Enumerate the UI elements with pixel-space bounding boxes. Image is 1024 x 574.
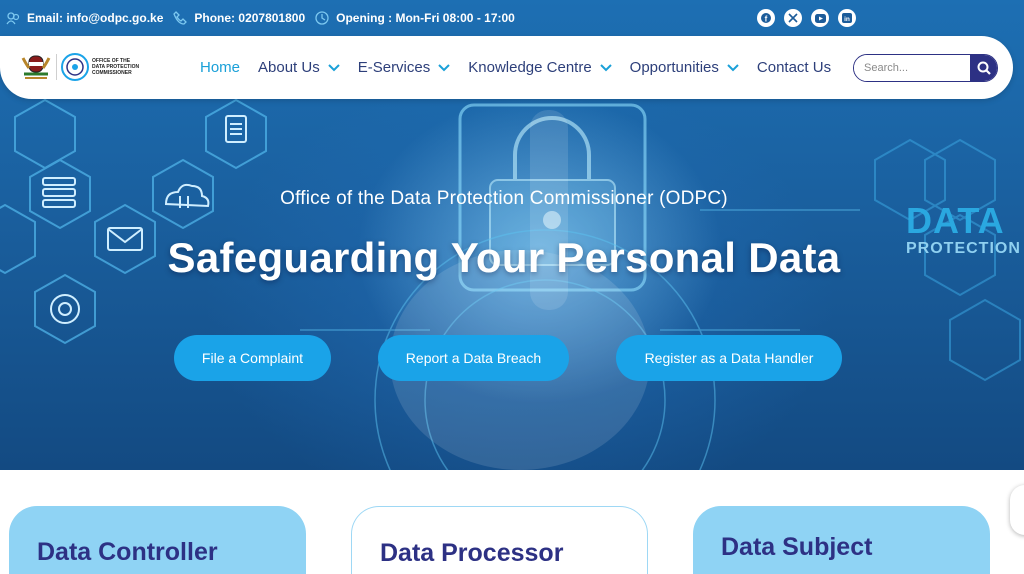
nav-home[interactable]: Home xyxy=(200,59,240,76)
nav-e-services[interactable]: E-Services xyxy=(358,59,451,76)
nav-home-label: Home xyxy=(200,59,241,76)
data-controller-card[interactable]: Data Controller xyxy=(9,506,306,574)
search-icon xyxy=(977,61,991,75)
nav-e-services-label: E-Services xyxy=(357,59,431,76)
chevron-down-icon xyxy=(438,63,450,71)
nav-knowledge-centre[interactable]: Knowledge Centre xyxy=(468,59,612,76)
facebook-icon[interactable]: f xyxy=(757,9,775,27)
hero-subtitle: Office of the Data Protection Commission… xyxy=(280,188,728,209)
data-processor-card[interactable]: Data Processor xyxy=(351,506,648,574)
nav-about-us[interactable]: About Us xyxy=(258,59,340,76)
floating-widget-button[interactable] xyxy=(1010,485,1024,535)
x-icon[interactable] xyxy=(784,9,802,27)
register-data-handler-button[interactable]: Register as a Data Handler xyxy=(616,335,842,381)
logo-text: OFFICE OF THE DATA PROTECTION COMMISSION… xyxy=(92,58,140,76)
nav-contact-us-label: Contact Us xyxy=(756,59,832,76)
opening-hours-info: Opening : Mon-Fri 08:00 - 17:00 xyxy=(315,11,515,25)
phone-icon xyxy=(173,11,188,25)
top-info-bar: Email: info@odpc.go.ke Phone: 0207801800… xyxy=(0,0,1024,36)
odpc-seal-logo xyxy=(61,53,89,81)
svg-text:in: in xyxy=(844,16,850,23)
nav-knowledge-centre-label: Knowledge Centre xyxy=(468,59,592,76)
search-input[interactable] xyxy=(854,55,970,81)
chevron-down-icon xyxy=(328,63,340,71)
linkedin-icon[interactable]: in xyxy=(838,9,856,27)
report-data-breach-button[interactable]: Report a Data Breach xyxy=(378,335,569,381)
hero-headline: Safeguarding Your Personal Data xyxy=(167,234,841,281)
phone-text: Phone: 0207801800 xyxy=(194,11,306,25)
main-menu: Home About Us E-Services Knowledge Centr… xyxy=(200,36,849,99)
logo-divider xyxy=(56,54,57,80)
nav-opportunities-label: Opportunities xyxy=(629,59,719,76)
opening-hours-text: Opening : Mon-Fri 08:00 - 17:00 xyxy=(336,11,515,25)
nav-opportunities[interactable]: Opportunities xyxy=(630,59,739,76)
data-processor-title: Data Processor xyxy=(380,539,564,567)
main-navigation-bar: OFFICE OF THE DATA PROTECTION COMMISSION… xyxy=(0,36,1013,99)
clock-icon xyxy=(315,11,329,25)
nav-about-us-label: About Us xyxy=(258,59,320,76)
data-subject-card[interactable]: Data Subject xyxy=(693,506,990,574)
email-text: Email: info@odpc.go.ke xyxy=(27,11,164,25)
data-controller-title: Data Controller xyxy=(37,538,218,566)
chevron-down-icon xyxy=(727,63,739,71)
kenya-coat-of-arms-logo xyxy=(21,55,51,79)
phone-info[interactable]: Phone: 0207801800 xyxy=(173,11,305,25)
youtube-icon[interactable] xyxy=(811,9,829,27)
email-info[interactable]: Email: info@odpc.go.ke xyxy=(6,11,163,25)
search-box xyxy=(853,54,998,82)
chevron-down-icon xyxy=(599,63,612,71)
file-complaint-button[interactable]: File a Complaint xyxy=(174,335,331,381)
social-links: f in xyxy=(757,9,865,27)
site-logo[interactable]: OFFICE OF THE DATA PROTECTION COMMISSION… xyxy=(20,50,144,84)
search-button[interactable] xyxy=(970,55,997,81)
nav-contact-us[interactable]: Contact Us xyxy=(757,59,831,76)
svg-text:f: f xyxy=(765,15,768,24)
email-icon xyxy=(6,12,20,25)
data-subject-title: Data Subject xyxy=(721,533,873,561)
